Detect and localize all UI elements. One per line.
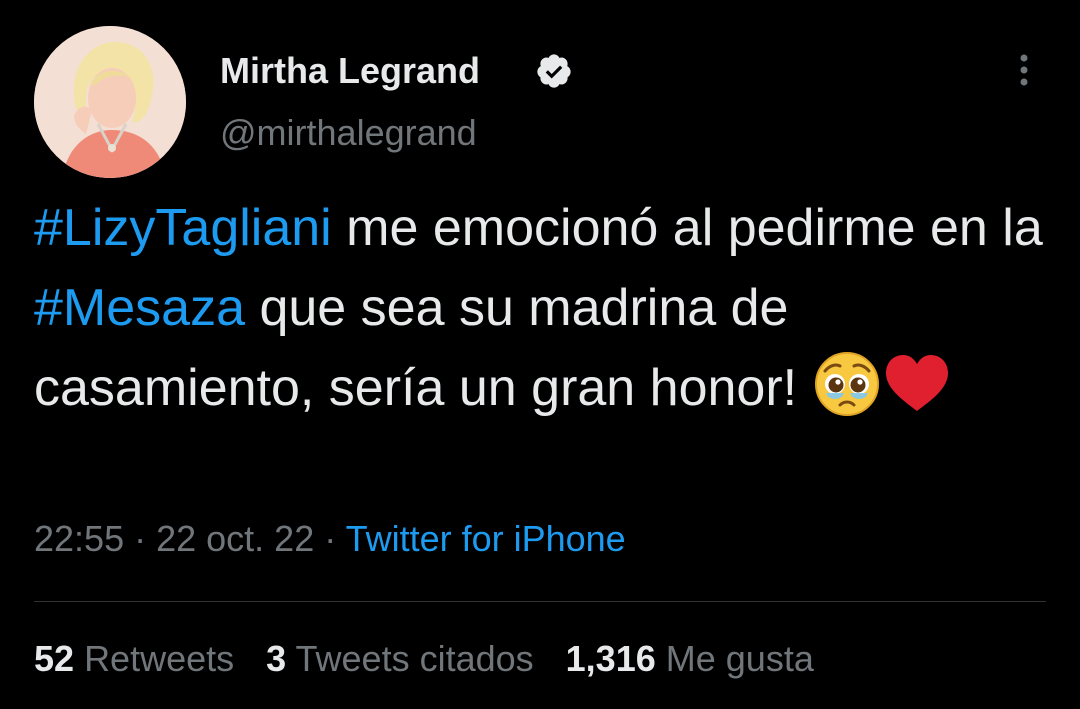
retweets-label: Retweets xyxy=(84,638,235,679)
tweet-metadata: 22:55 · 22 oct. 22 · Twitter for iPhone xyxy=(34,518,626,560)
more-options-icon[interactable] xyxy=(1004,50,1044,90)
meta-separator: · xyxy=(314,518,346,559)
pleading-face-emoji-icon xyxy=(812,349,882,419)
tweet-date[interactable]: 22 oct. 22 xyxy=(156,518,314,559)
divider xyxy=(34,601,1046,602)
meta-separator: · xyxy=(124,518,157,559)
retweets-stat[interactable]: 52 Retweets xyxy=(34,638,234,680)
engagement-stats: 52 Retweets 3 Tweets citados 1,316 Me gust… xyxy=(34,638,846,680)
tweet-text: #LizyTagliani me emocionó al pedirme en … xyxy=(34,188,1044,428)
quote-tweets-label: Tweets citados xyxy=(295,638,534,679)
user-handle[interactable]: @mirthalegrand xyxy=(220,112,477,154)
tweet-time: 22:55 xyxy=(34,518,125,559)
tweet-text-part-1: me emocionó al pedirme en la xyxy=(331,199,1043,257)
quote-tweets-count: 3 xyxy=(266,638,287,679)
red-heart-emoji-icon xyxy=(882,349,952,419)
avatar[interactable] xyxy=(34,26,186,178)
hashtag-lizytagliani-link[interactable]: #LizyTagliani xyxy=(34,199,332,257)
quote-tweets-stat[interactable]: 3 Tweets citados xyxy=(266,638,534,680)
hashtag-mesaza-link[interactable]: #Mesaza xyxy=(34,279,245,337)
verified-badge-icon xyxy=(537,54,571,88)
likes-stat[interactable]: 1,316 Me gusta xyxy=(566,638,814,680)
display-name[interactable]: Mirtha Legrand xyxy=(220,50,480,92)
retweets-count: 52 xyxy=(34,638,75,679)
likes-count: 1,316 xyxy=(565,638,656,679)
likes-label: Me gusta xyxy=(665,638,814,679)
tweet-source-link[interactable]: Twitter for iPhone xyxy=(346,518,626,559)
